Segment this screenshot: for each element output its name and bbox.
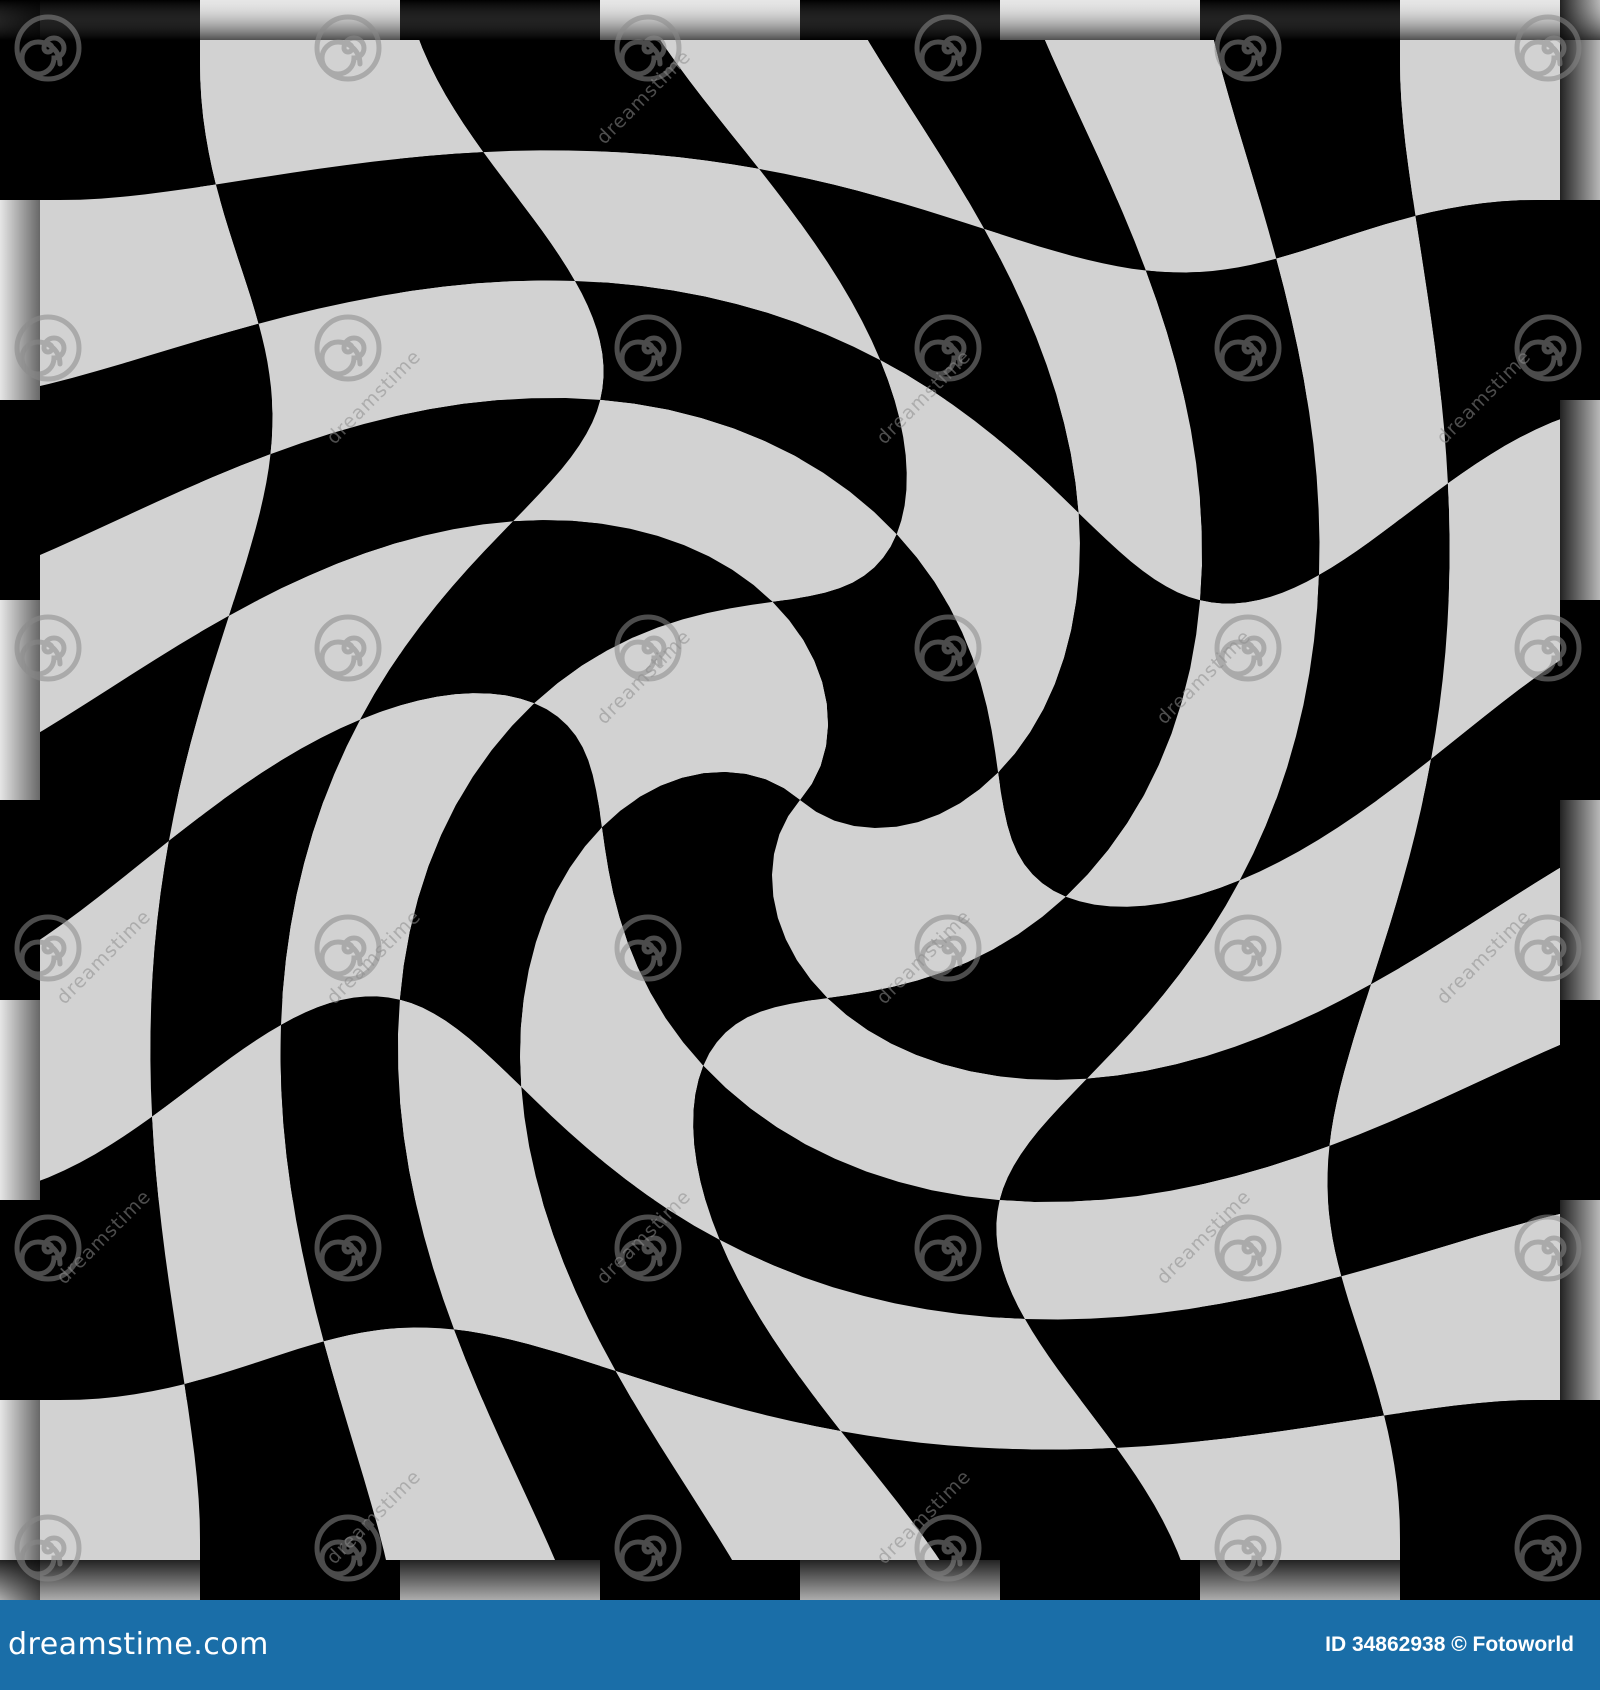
inner-swirl-board: [40, 40, 1560, 1560]
footer-bar: dreamstime.com ID 34862938 © Fotoworld: [0, 1600, 1600, 1690]
swirled-checkerboard-image: [0, 0, 1600, 1600]
stock-photo-page: dreamstime dreamstime dreamstime dreamstime…: [0, 0, 1600, 1690]
checkerboard-graphic: [0, 0, 1600, 1600]
footer-logo[interactable]: dreamstime.com: [8, 1604, 269, 1686]
image-id-credit: ID 34862938 © Fotoworld: [1325, 1633, 1574, 1656]
